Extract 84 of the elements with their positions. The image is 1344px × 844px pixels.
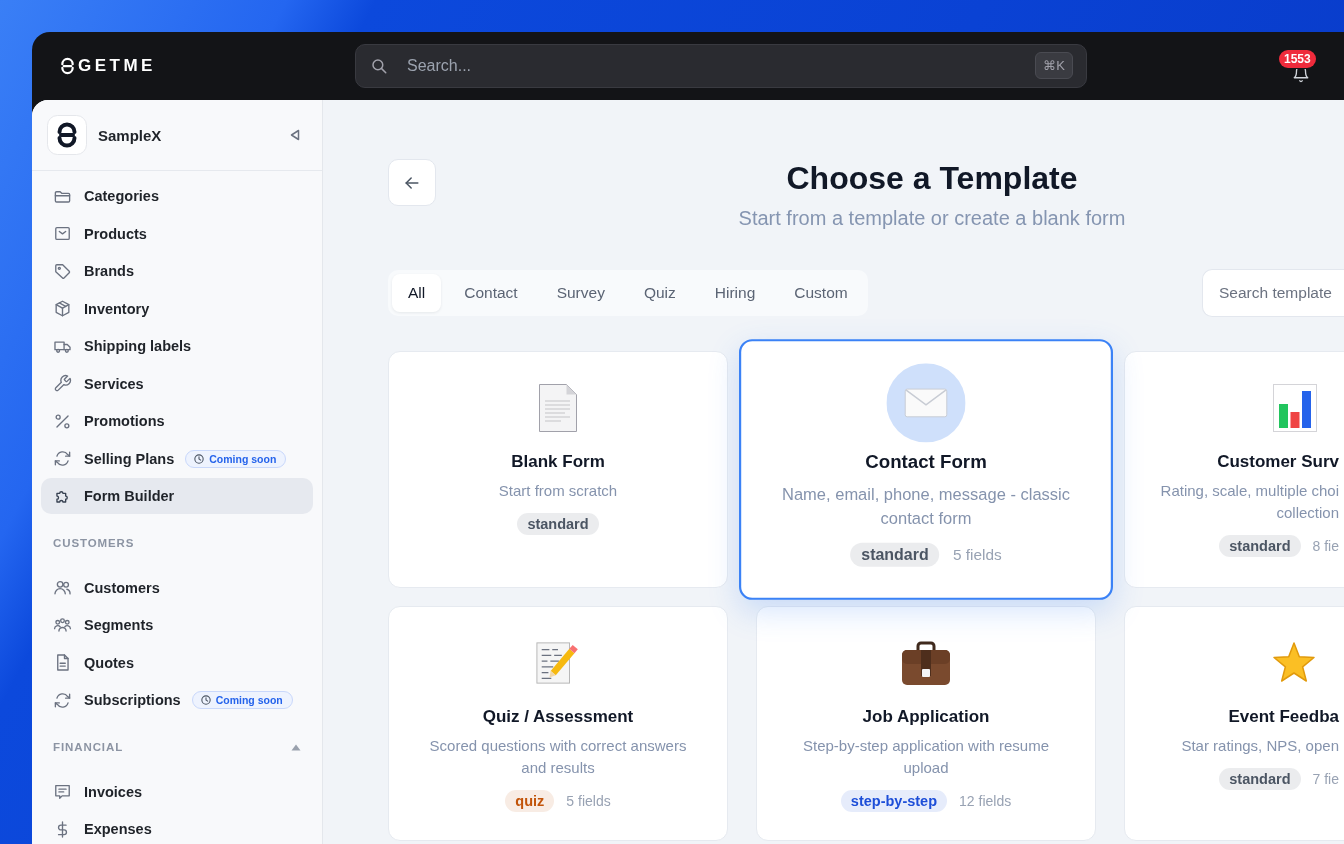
template-card[interactable]: Blank Form Start from scratch standard [388, 351, 728, 588]
clock-icon [200, 695, 211, 705]
message-icon [53, 782, 72, 801]
filter-tab[interactable]: Survey [540, 274, 621, 312]
status-text: Coming soon [215, 694, 283, 706]
template-title: Contact Form [865, 451, 987, 474]
left-triangle-icon[interactable] [290, 129, 300, 141]
nav-item[interactable]: Categories [41, 178, 171, 214]
template-tag: standard [1219, 768, 1301, 790]
refresh-icon [53, 449, 72, 468]
search-icon [370, 57, 388, 75]
page-subtitle: Start from a template or create a blank form [738, 206, 1126, 231]
bar-chart-icon [1273, 384, 1317, 432]
template-card[interactable]: Contact Form Name, email, phone, message - classic contact form standard 5 fields [739, 339, 1113, 600]
refresh-icon [53, 690, 72, 710]
nav-item[interactable]: Subscriptions [41, 682, 193, 718]
briefcase-icon [901, 640, 951, 686]
nav-item[interactable]: Products [41, 215, 159, 252]
page-title: Choose a Template [786, 159, 1078, 197]
template-search-field[interactable]: Search template [1202, 269, 1344, 317]
section-heading: CUSTOMERS [53, 537, 135, 549]
field-count: 7 fie [1312, 771, 1339, 787]
template-card[interactable]: Job Application Step-by-step application with resume upload step-by-step 12 fields [756, 606, 1096, 841]
filter-tab[interactable]: Hiring [698, 274, 772, 312]
template-description: Rating, scale, multiple choi collection [1160, 481, 1339, 523]
users-icon [53, 578, 72, 597]
filter-tab[interactable]: Contact [448, 274, 534, 312]
nav-item[interactable]: Selling Plans [41, 440, 187, 477]
template-title: Blank Form [511, 452, 605, 472]
template-card[interactable]: Customer Surv Rating, scale, multiple choi collection standard 8 fie [1124, 351, 1344, 588]
envelope-icon [886, 363, 966, 443]
template-description: Step-by-step application with resume upload [802, 736, 1050, 778]
nav-item[interactable]: Expenses [41, 811, 164, 844]
template-description: Start from scratch [498, 481, 618, 501]
template-description: Star ratings, NPS, open [1181, 736, 1339, 756]
caret-up-icon[interactable] [291, 743, 301, 751]
tag-icon [53, 261, 72, 281]
nav-item[interactable]: Promotions [41, 403, 177, 439]
bell-icon[interactable] [1292, 69, 1310, 83]
clock-icon [194, 453, 205, 464]
filter-tab[interactable]: All [392, 274, 442, 312]
section-heading: FINANCIAL [53, 741, 124, 753]
logo-icon [60, 57, 75, 75]
nav-item[interactable]: Form Builder [41, 478, 313, 514]
template-tag: step-by-step [840, 790, 948, 812]
field-count: 12 fields [959, 793, 1012, 809]
template-card[interactable]: Quiz / Assessment Scored questions with correct answers and results quiz 5 fields [388, 606, 728, 841]
wrench-icon [53, 374, 72, 393]
cube-icon [53, 299, 72, 318]
field-count: 5 fields [566, 793, 611, 809]
template-tag: standard [1219, 535, 1301, 557]
nav-item[interactable]: Invoices [41, 773, 155, 810]
nav-item[interactable]: Customers [41, 569, 172, 606]
template-tag: standard [850, 542, 940, 567]
filter-tab[interactable]: Quiz [627, 274, 692, 312]
template-tag: standard [517, 513, 599, 535]
nav-item[interactable]: Inventory [41, 290, 162, 327]
star-icon [1271, 641, 1317, 685]
filter-tab[interactable]: Custom [778, 274, 864, 312]
brand-name: GETME [78, 56, 156, 76]
nav-item[interactable]: Quotes [41, 644, 146, 681]
workspace-name: SampleX [98, 126, 162, 144]
notification-badge: 1553 [1279, 50, 1316, 68]
field-count: 5 fields [952, 545, 1002, 564]
template-tag: quiz [505, 790, 555, 812]
template-description: Scored questions with correct answers and results [428, 736, 688, 778]
nav-item[interactable]: Shipping labels [41, 328, 204, 364]
workspace-logo-icon [47, 115, 87, 155]
notepad-pencil-icon [535, 639, 581, 687]
nav-item[interactable]: Brands [41, 253, 146, 289]
document-icon [538, 383, 578, 433]
nav-item[interactable]: Segments [41, 607, 166, 643]
template-title: Quiz / Assessment [482, 707, 634, 727]
template-title: Event Feedba [1228, 707, 1339, 727]
template-card[interactable]: Event Feedba Star ratings, NPS, open standard 7 fie [1124, 606, 1344, 841]
group-icon [53, 615, 72, 635]
template-description: Name, email, phone, message - classic contact form [781, 483, 1071, 530]
template-title: Job Application [862, 707, 990, 727]
nav-item[interactable]: Services [41, 365, 156, 402]
inbox-icon [53, 224, 72, 243]
template-title: Customer Surv [1217, 452, 1339, 472]
field-count: 8 fie [1312, 538, 1339, 554]
status-text: Coming soon [209, 452, 277, 465]
shortcut-hint: ⌘K [1035, 52, 1073, 79]
